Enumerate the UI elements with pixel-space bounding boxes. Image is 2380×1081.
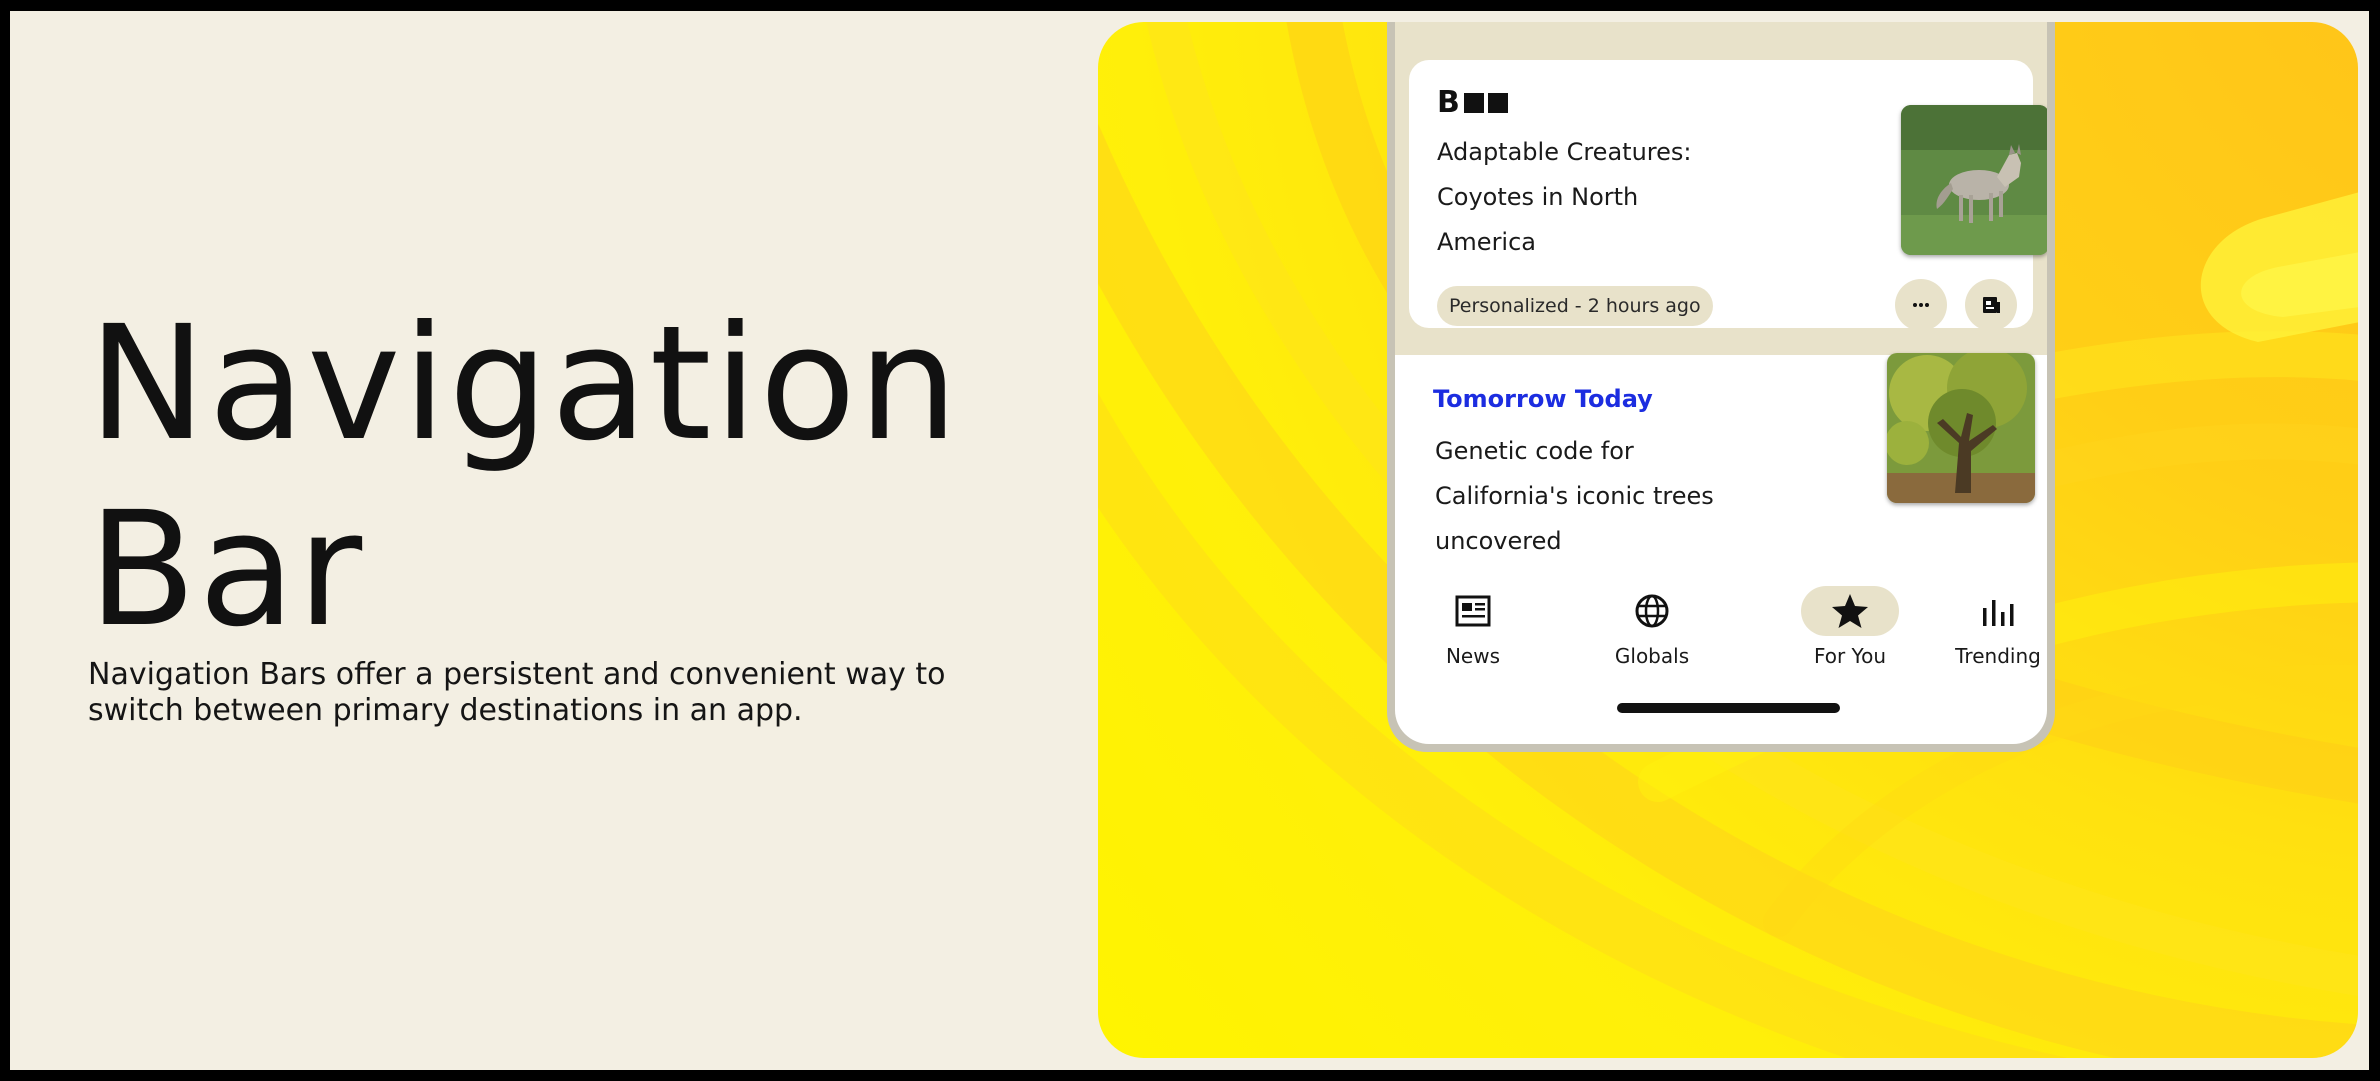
nav-label-for-you: For You: [1813, 644, 1887, 668]
logo-square-2: [1487, 93, 1508, 113]
phone-screen: B Adaptable Creatures: Coyotes in North …: [1395, 22, 2047, 744]
nav-item-for-you[interactable]: For You: [1775, 582, 1925, 692]
logo-square-1: [1463, 93, 1484, 113]
story-headline-line2: California's iconic trees: [1435, 482, 1714, 510]
globe-icon: [1635, 594, 1669, 628]
hero-title: Navigation Bar: [88, 291, 960, 663]
publisher-logo-letter: B: [1437, 85, 1460, 120]
nav-item-trending[interactable]: Trending: [1923, 582, 2047, 692]
story-source[interactable]: Tomorrow Today: [1433, 385, 1653, 413]
nav-trending-icon-container: [1949, 586, 2047, 636]
card-headline-line1: Adaptable Creatures:: [1437, 138, 1692, 166]
nav-news-icon-container: [1424, 586, 1522, 636]
feed-top-section: B Adaptable Creatures: Coyotes in North …: [1395, 22, 2047, 355]
story-item[interactable]: Tomorrow Today Genetic code for Californ…: [1395, 353, 2047, 585]
nav-label-trending: Trending: [1955, 644, 2041, 668]
hero-title-line2: Bar: [88, 478, 365, 662]
hero-description-line2: switch between primary destinations in a…: [88, 693, 803, 728]
oak-tree-image: [1887, 353, 2035, 503]
hero-description: Navigation Bars offer a persistent and c…: [88, 657, 988, 729]
tree-thumbnail[interactable]: [1887, 353, 2035, 503]
nav-item-globals[interactable]: Globals: [1577, 582, 1727, 692]
navigation-bar: News Globals For You Trending: [1395, 582, 2047, 692]
nav-label-globals: Globals: [1614, 644, 1690, 668]
bar-chart-icon: [1983, 600, 2014, 626]
nav-for-you-active-indicator: [1801, 586, 1899, 636]
coyote-image: [1901, 105, 2047, 255]
phone-mockup: B Adaptable Creatures: Coyotes in North …: [1387, 22, 2055, 752]
more-icon: [1913, 303, 1929, 307]
coyote-thumbnail[interactable]: [1901, 105, 2047, 255]
yellow-showcase-panel: B Adaptable Creatures: Coyotes in North …: [1098, 22, 2358, 1058]
card-headline[interactable]: Adaptable Creatures: Coyotes in North Am…: [1437, 130, 1737, 265]
hero-title-line1: Navigation: [88, 292, 961, 476]
hero-description-line1: Navigation Bars offer a persistent and c…: [88, 657, 946, 692]
article-icon: [1983, 297, 2000, 313]
nav-label-news: News: [1445, 644, 1501, 668]
newspaper-icon: [1455, 595, 1491, 627]
publisher-logo: B: [1437, 88, 1508, 118]
nav-globals-icon-container: [1603, 586, 1701, 636]
personalized-chip: Personalized - 2 hours ago: [1437, 286, 1713, 326]
card-headline-line2: Coyotes in North: [1437, 183, 1639, 211]
story-headline-line3: uncovered: [1435, 527, 1562, 555]
home-indicator[interactable]: [1617, 703, 1840, 713]
star-icon: [1832, 594, 1868, 628]
nav-item-news[interactable]: News: [1398, 582, 1548, 692]
news-card[interactable]: B Adaptable Creatures: Coyotes in North …: [1409, 60, 2047, 331]
story-headline[interactable]: Genetic code for California's iconic tre…: [1435, 429, 1735, 564]
full-coverage-button[interactable]: [1965, 279, 2017, 331]
card-headline-line3: America: [1437, 228, 1536, 256]
more-options-button[interactable]: [1895, 279, 1947, 331]
story-headline-line1: Genetic code for: [1435, 437, 1634, 465]
